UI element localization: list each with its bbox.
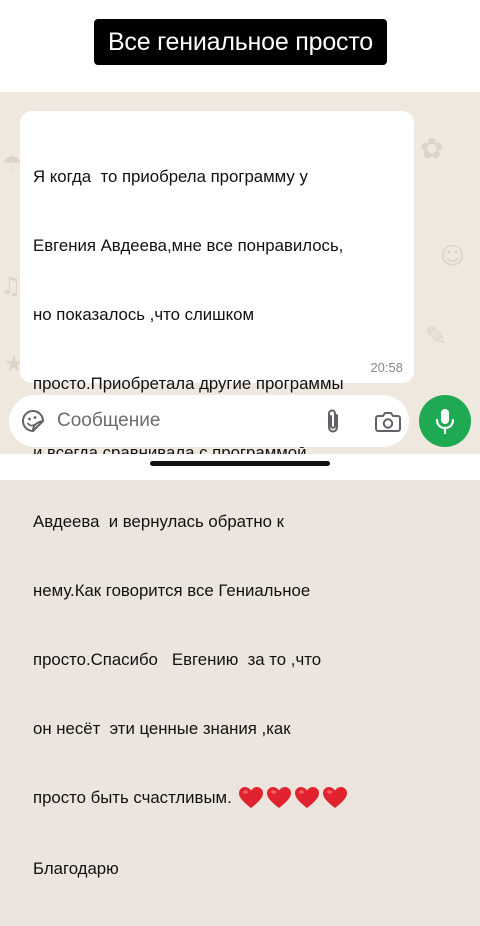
message-line: он несёт эти ценные знания ,как <box>33 719 291 738</box>
message-line: Благодарю <box>33 859 119 879</box>
red-heart-icon <box>294 787 319 809</box>
paperclip-icon[interactable] <box>324 408 342 434</box>
voice-message-button[interactable] <box>419 395 471 447</box>
red-heart-icon <box>322 787 347 809</box>
home-indicator[interactable] <box>150 461 330 466</box>
message-line: просто.Спасибо Евгению за то ,что <box>33 650 322 669</box>
message-line-text: просто быть счастливым. <box>33 788 232 807</box>
story-caption: Все гениальное просто <box>94 19 387 65</box>
camera-icon[interactable] <box>375 410 401 432</box>
system-bottom-bar <box>0 454 480 480</box>
message-line: просто быть счастливым. <box>33 786 402 811</box>
doodle-pattern: ✿ <box>420 132 444 165</box>
red-heart-icon <box>266 787 291 809</box>
doodle-pattern: ☺ <box>440 242 466 270</box>
message-input-placeholder[interactable]: Сообщение <box>57 409 160 433</box>
message-line: просто.Приобретала другие программы <box>33 374 344 393</box>
message-bubble[interactable]: Я когда то приобрела программу у Евгения… <box>20 111 414 878</box>
message-composer[interactable]: Сообщение <box>9 395 409 447</box>
message-line: но показалось ,что слишком <box>33 305 254 324</box>
doodle-pattern: ♫ <box>0 272 22 300</box>
message-text: Я когда то приобрела программу у Евгения… <box>33 119 402 926</box>
message-line: Я когда то приобрела программу у <box>33 167 308 186</box>
message-line: нему.Как говорится все Гениальное <box>33 581 311 600</box>
message-line: Евгения Авдеева,мне все понравилось, <box>33 236 344 255</box>
heart-emoji-group <box>238 786 350 811</box>
doodle-pattern: ☂ <box>2 152 22 177</box>
sticker-icon[interactable] <box>21 409 45 433</box>
message-timestamp: 20:58 <box>370 360 403 375</box>
doodle-pattern: ✎ <box>425 322 447 352</box>
microphone-icon <box>435 409 455 434</box>
message-line: Авдеева и вернулась обратно к <box>33 512 284 531</box>
red-heart-icon <box>238 787 263 809</box>
